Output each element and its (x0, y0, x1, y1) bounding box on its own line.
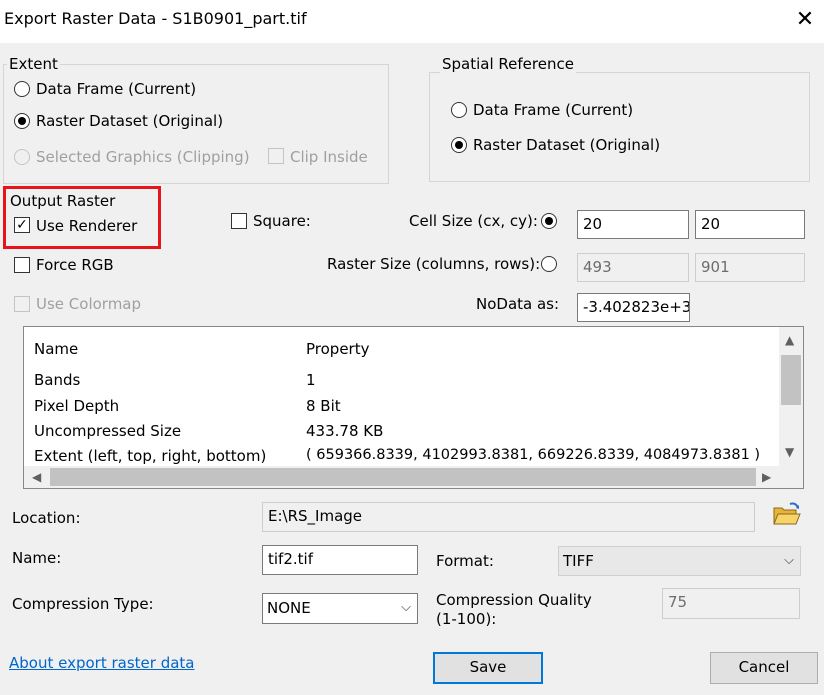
sr-raster-dataset-radio[interactable] (451, 137, 467, 153)
column-header-name[interactable]: Name (34, 340, 78, 358)
raster-size-label: Raster Size (columns, rows): (327, 255, 541, 273)
property-name: Bands (34, 371, 81, 389)
spatial-reference-label: Spatial Reference (440, 55, 576, 73)
clip-inside-label: Clip Inside (290, 148, 368, 166)
chevron-down-icon: ⌵ (784, 553, 794, 568)
property-name: Pixel Depth (34, 397, 120, 415)
name-field[interactable]: tif2.tif (262, 545, 418, 575)
raster-rows-field[interactable]: 901 (695, 253, 805, 282)
save-button[interactable]: Save (433, 652, 543, 684)
extent-raster-dataset-label: Raster Dataset (Original) (36, 112, 224, 130)
cell-size-cx-field[interactable]: 20 (577, 210, 689, 239)
location-field[interactable]: E:\RS_Image (262, 502, 755, 532)
property-name: Extent (left, top, right, bottom) (34, 447, 267, 465)
raster-columns-field[interactable]: 493 (577, 253, 689, 282)
chevron-down-icon: ⌵ (401, 600, 411, 615)
cancel-button[interactable]: Cancel (710, 652, 818, 684)
scroll-down-icon[interactable]: ▼ (785, 445, 794, 459)
sr-data-frame-radio[interactable] (451, 102, 467, 118)
title-bar: Export Raster Data - S1B0901_part.tif ✕ (0, 0, 824, 43)
extent-selected-graphics-label: Selected Graphics (Clipping) (36, 148, 250, 166)
compression-type-value: NONE (267, 599, 311, 617)
format-label: Format: (436, 552, 494, 570)
spatial-reference-group (429, 72, 810, 182)
square-checkbox[interactable] (231, 213, 247, 229)
extent-data-frame-radio[interactable] (14, 81, 30, 97)
property-name: Uncompressed Size (34, 422, 182, 440)
extent-raster-dataset-radio[interactable] (14, 113, 30, 129)
close-icon[interactable]: ✕ (790, 4, 820, 36)
use-colormap-label: Use Colormap (36, 295, 142, 313)
vertical-scrollbar[interactable]: ▲ ▼ (779, 327, 803, 467)
extent-data-frame-label: Data Frame (Current) (36, 80, 197, 98)
name-label: Name: (12, 549, 62, 567)
extent-selected-graphics-radio[interactable] (14, 149, 30, 165)
force-rgb-checkbox[interactable] (14, 257, 30, 273)
raster-size-radio[interactable] (541, 256, 557, 272)
property-value: 433.78 KB (306, 422, 384, 440)
scroll-right-icon[interactable]: ▶ (762, 470, 771, 484)
compression-quality-field[interactable]: 75 (662, 588, 800, 619)
cell-size-label: Cell Size (cx, cy): (409, 212, 538, 230)
format-value: TIFF (563, 552, 594, 570)
compression-quality-range-label: (1-100): (436, 610, 497, 628)
scroll-up-icon[interactable]: ▲ (785, 333, 794, 347)
scroll-left-icon[interactable]: ◀ (32, 470, 41, 484)
force-rgb-label: Force RGB (36, 256, 114, 274)
sr-raster-dataset-label: Raster Dataset (Original) (473, 136, 661, 154)
cell-size-radio[interactable] (541, 213, 557, 229)
sr-data-frame-label: Data Frame (Current) (473, 101, 634, 119)
cell-size-cy-field[interactable]: 20 (695, 210, 805, 239)
properties-list[interactable]: Name Property Bands 1 Pixel Depth 8 Bit … (23, 326, 804, 489)
compression-type-label: Compression Type: (12, 595, 154, 613)
property-value: ( 659366.8339, 4102993.8381, 669226.8339… (306, 447, 761, 463)
format-select[interactable]: TIFF ⌵ (558, 546, 801, 576)
nodata-field[interactable]: -3.402823e+3 (577, 293, 690, 322)
compression-type-select[interactable]: NONE ⌵ (262, 593, 418, 624)
horizontal-scroll-thumb[interactable] (50, 468, 756, 486)
window-title: Export Raster Data - S1B0901_part.tif (4, 9, 307, 28)
highlight-box (3, 186, 161, 249)
open-folder-icon[interactable] (772, 500, 802, 528)
export-raster-dialog: Export Raster Data - S1B0901_part.tif ✕ … (0, 0, 824, 695)
use-colormap-checkbox[interactable] (14, 296, 30, 312)
nodata-label: NoData as: (476, 295, 560, 313)
scrollbar-corner (779, 466, 803, 488)
vertical-scroll-thumb[interactable] (781, 355, 801, 405)
extent-label: Extent (7, 55, 60, 73)
column-header-property[interactable]: Property (306, 340, 369, 358)
property-value: 1 (306, 371, 316, 389)
property-value: 8 Bit (306, 397, 341, 415)
horizontal-scrollbar[interactable]: ◀ ▶ (24, 466, 781, 488)
clip-inside-checkbox[interactable] (268, 148, 284, 164)
square-label: Square: (253, 212, 311, 230)
about-export-link[interactable]: About export raster data (9, 654, 194, 672)
compression-quality-label: Compression Quality (436, 591, 592, 609)
location-label: Location: (12, 509, 81, 527)
